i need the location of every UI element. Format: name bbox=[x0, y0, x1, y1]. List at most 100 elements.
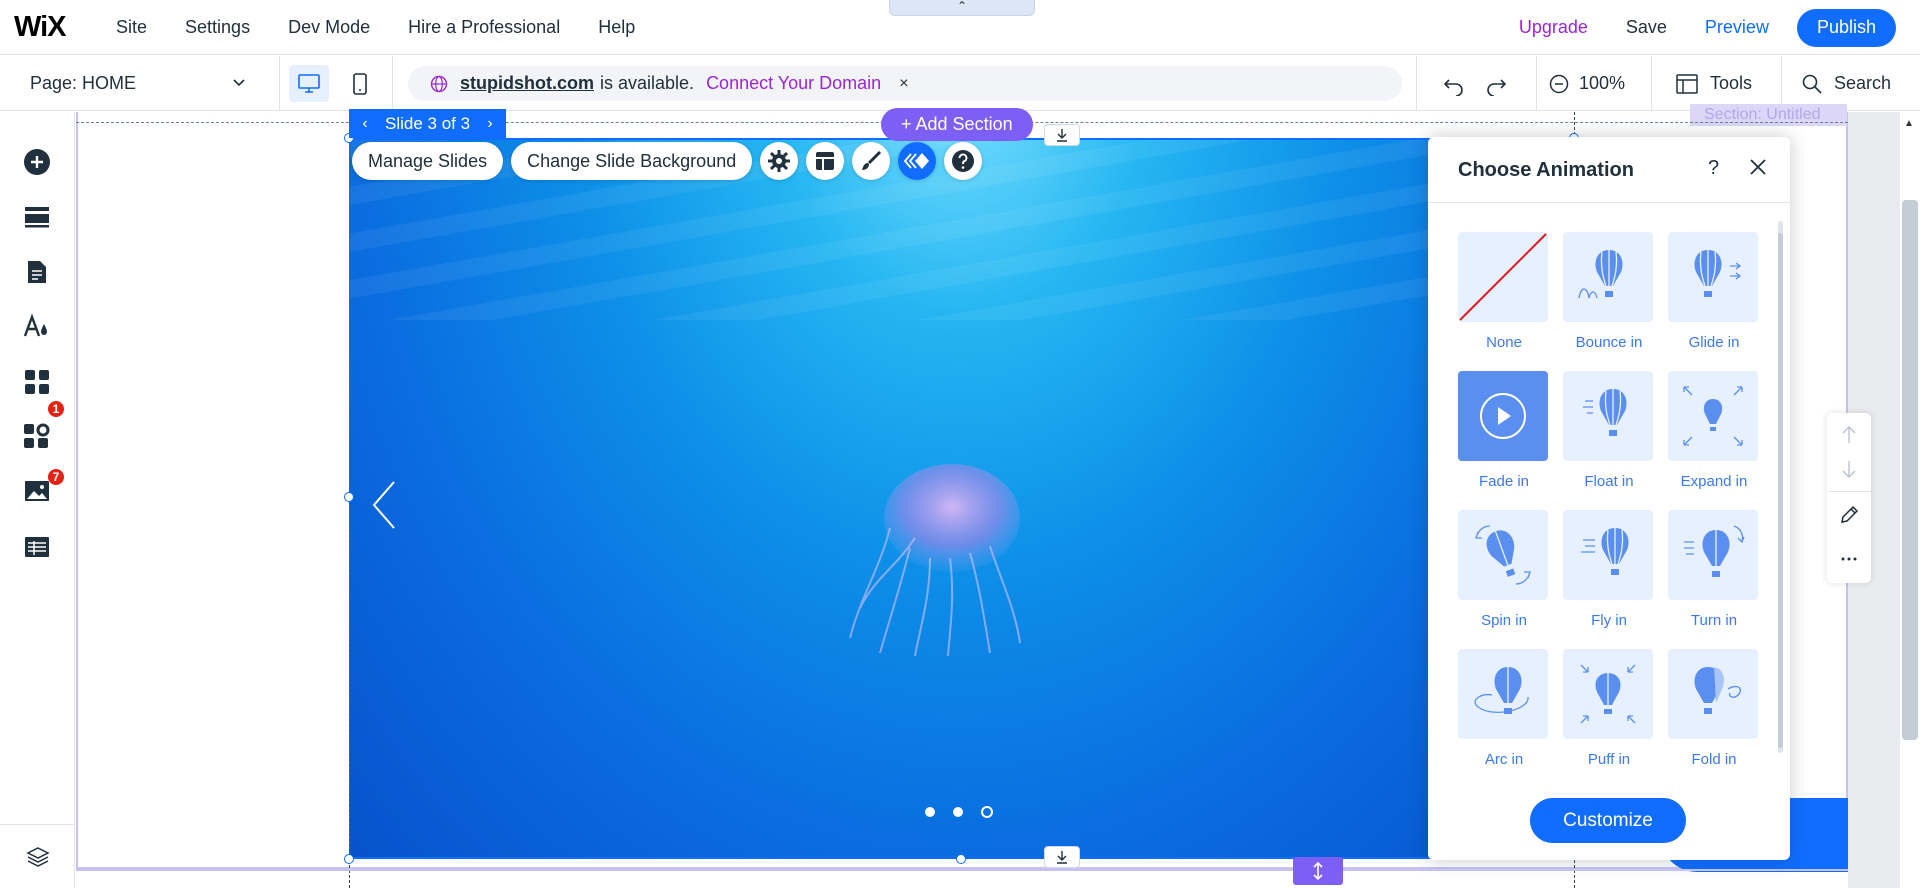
animation-option-float-in[interactable]: Float in bbox=[1563, 371, 1655, 490]
section-anchor-button[interactable] bbox=[1044, 124, 1080, 146]
preview-button[interactable]: Preview bbox=[1705, 17, 1769, 38]
scrollbar-thumb[interactable] bbox=[1902, 200, 1918, 740]
resize-handle[interactable] bbox=[956, 854, 966, 864]
connect-domain-link[interactable]: Connect Your Domain bbox=[706, 73, 881, 94]
menu-dev-mode[interactable]: Dev Mode bbox=[288, 17, 370, 38]
move-up-button[interactable] bbox=[1837, 423, 1861, 447]
collapse-toolbar-button[interactable]: ⌃ bbox=[889, 0, 1035, 16]
animation-thumbnail bbox=[1563, 510, 1653, 600]
zoom-out-icon[interactable] bbox=[1549, 74, 1569, 94]
animation-label: Puff in bbox=[1587, 751, 1631, 768]
balloon-icon bbox=[1474, 667, 1529, 714]
design-button[interactable] bbox=[22, 312, 52, 342]
slide-dot-3[interactable] bbox=[981, 806, 993, 818]
media-icon bbox=[25, 481, 49, 501]
section-side-toolbar bbox=[1827, 413, 1871, 583]
animation-option-fold-in[interactable]: Fold in bbox=[1668, 649, 1760, 768]
animation-thumbnail bbox=[1458, 510, 1548, 600]
animation-option-glide-in[interactable]: Glide in bbox=[1668, 232, 1760, 351]
publish-button[interactable]: Publish bbox=[1796, 8, 1896, 47]
animation-option-none[interactable]: None bbox=[1458, 232, 1550, 351]
apps-icon bbox=[25, 370, 49, 394]
close-icon[interactable] bbox=[1746, 155, 1770, 179]
animation-thumbnail bbox=[1563, 649, 1653, 739]
business-tools-button[interactable] bbox=[22, 422, 52, 452]
upgrade-link[interactable]: Upgrade bbox=[1519, 17, 1588, 38]
menu-hire-professional[interactable]: Hire a Professional bbox=[408, 17, 560, 38]
wix-logo[interactable]: WiX bbox=[14, 11, 67, 44]
animation-label: Expand in bbox=[1680, 473, 1748, 490]
slideshow[interactable] bbox=[349, 138, 1574, 859]
sections-button[interactable] bbox=[22, 202, 52, 232]
undo-icon[interactable] bbox=[1443, 74, 1465, 96]
layout-button[interactable] bbox=[806, 142, 845, 180]
cms-icon bbox=[25, 537, 49, 557]
animation-option-spin-in[interactable]: Spin in bbox=[1458, 510, 1550, 629]
scroll-up-icon[interactable]: ▲ bbox=[1904, 118, 1914, 129]
prev-slide-button[interactable]: ‹ bbox=[355, 115, 375, 133]
animation-thumbnail bbox=[1668, 371, 1758, 461]
page-scrollbar[interactable]: ▲ bbox=[1900, 112, 1920, 888]
tools-button[interactable]: Tools bbox=[1676, 56, 1752, 111]
balloon-icon bbox=[1683, 386, 1743, 446]
resize-handle[interactable] bbox=[344, 854, 354, 864]
animation-label: Fly in bbox=[1591, 612, 1627, 629]
animation-label: Fade in bbox=[1478, 473, 1530, 490]
add-elements-button[interactable] bbox=[22, 147, 52, 177]
globe-icon bbox=[430, 75, 448, 92]
panel-scrollbar-thumb[interactable] bbox=[1778, 233, 1783, 748]
search-button[interactable]: Search bbox=[1802, 56, 1891, 111]
cms-button[interactable] bbox=[22, 532, 52, 562]
page-selector[interactable]: Page: HOME bbox=[30, 56, 245, 111]
close-icon[interactable]: × bbox=[899, 75, 908, 93]
previous-slide-arrow-icon[interactable] bbox=[370, 480, 400, 530]
domain-name[interactable]: stupidshot.com bbox=[460, 73, 594, 94]
divider bbox=[279, 56, 280, 111]
pages-button[interactable] bbox=[22, 257, 52, 287]
settings-button[interactable] bbox=[760, 142, 799, 180]
section-resize-handle[interactable] bbox=[1293, 857, 1343, 885]
panel-help-button[interactable]: ? bbox=[1708, 157, 1719, 180]
animation-button[interactable] bbox=[898, 142, 937, 180]
next-slide-button[interactable]: › bbox=[480, 115, 500, 133]
divider bbox=[1827, 491, 1871, 492]
slide-dot-2[interactable] bbox=[953, 807, 963, 817]
animation-option-fly-in[interactable]: Fly in bbox=[1563, 510, 1655, 629]
zoom-level: 100% bbox=[1579, 73, 1626, 93]
menu-help[interactable]: Help bbox=[598, 17, 635, 38]
design-button[interactable] bbox=[852, 142, 891, 180]
change-slide-background-button[interactable]: Change Slide Background bbox=[511, 142, 753, 180]
animation-option-fade-in[interactable]: Fade in bbox=[1458, 371, 1550, 490]
animation-option-expand-in[interactable]: Expand in bbox=[1668, 371, 1760, 490]
layers-button[interactable] bbox=[0, 824, 75, 888]
animation-option-bounce-in[interactable]: Bounce in bbox=[1563, 232, 1655, 351]
help-button[interactable] bbox=[944, 142, 983, 180]
animation-option-puff-in[interactable]: Puff in bbox=[1563, 649, 1655, 768]
desktop-view-button[interactable] bbox=[289, 65, 329, 102]
manage-slides-button[interactable]: Manage Slides bbox=[352, 142, 504, 180]
resize-handle[interactable] bbox=[344, 492, 354, 502]
animation-thumbnail bbox=[1668, 649, 1758, 739]
more-actions-button[interactable] bbox=[1837, 547, 1861, 571]
menu-settings[interactable]: Settings bbox=[185, 17, 250, 38]
save-button[interactable]: Save bbox=[1626, 17, 1667, 38]
menu-site[interactable]: Site bbox=[116, 17, 147, 38]
choose-animation-panel: Choose Animation ? None Bounce in Glide … bbox=[1428, 137, 1790, 860]
animation-option-arc-in[interactable]: Arc in bbox=[1458, 649, 1550, 768]
redo-icon[interactable] bbox=[1485, 74, 1507, 96]
section-anchor-button-bottom[interactable] bbox=[1044, 846, 1080, 868]
media-button[interactable] bbox=[22, 476, 52, 506]
mobile-view-button[interactable] bbox=[340, 65, 380, 102]
balloon-icon bbox=[1475, 525, 1531, 585]
apps-button[interactable] bbox=[22, 367, 52, 397]
slide-dot-1[interactable] bbox=[925, 807, 935, 817]
search-label: Search bbox=[1834, 73, 1892, 93]
animation-option-turn-in[interactable]: Turn in bbox=[1668, 510, 1760, 629]
zoom-control[interactable]: 100% bbox=[1549, 56, 1625, 111]
customize-button[interactable]: Customize bbox=[1530, 798, 1686, 843]
desktop-icon bbox=[298, 73, 320, 93]
add-section-button[interactable]: + Add Section bbox=[881, 108, 1033, 141]
edit-button[interactable] bbox=[1837, 503, 1861, 527]
move-down-button[interactable] bbox=[1837, 457, 1861, 481]
balloon-icon bbox=[1578, 250, 1623, 299]
